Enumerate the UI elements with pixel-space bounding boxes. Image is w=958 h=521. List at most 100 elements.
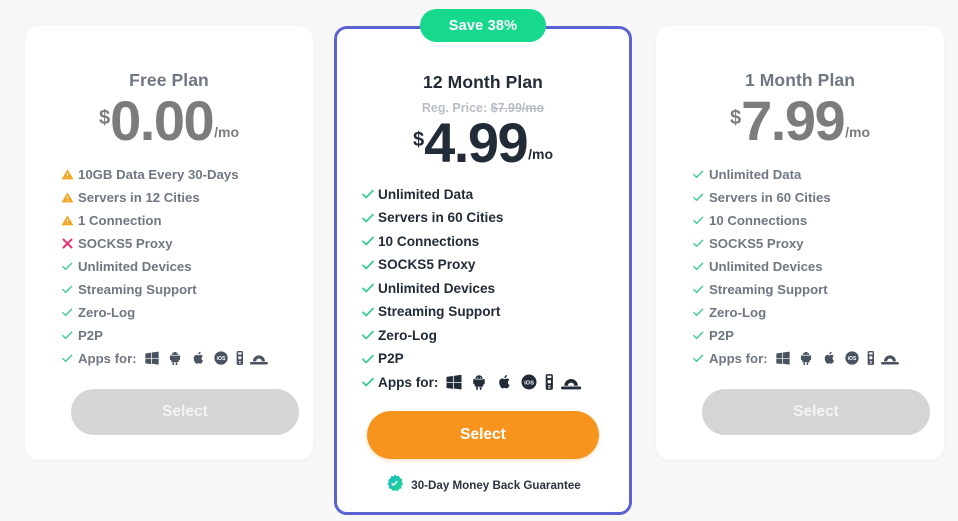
feature-label: Zero-Log	[78, 304, 136, 320]
check-icon	[361, 187, 378, 201]
feature-list: Unlimited Data Servers in 60 Cities 10 Con…	[337, 183, 629, 395]
firetv-stick-icon	[546, 374, 554, 391]
guarantee-label: 30-Day Money Back Guarantee	[411, 478, 581, 492]
feature-item: Servers in 60 Cities	[692, 186, 944, 209]
svg-text:iOS: iOS	[525, 381, 535, 387]
check-icon	[61, 329, 78, 342]
apple-icon	[824, 351, 834, 364]
android-icon	[800, 352, 811, 366]
feature-label: Unlimited Data	[709, 166, 802, 182]
feature-label: SOCKS5 Proxy	[709, 235, 804, 251]
select-button[interactable]: Select	[71, 389, 299, 435]
android-icon	[473, 375, 486, 391]
svg-text:iOS: iOS	[216, 356, 225, 362]
firetv-stick-icon	[867, 350, 874, 366]
feature-item: 1 Connection	[61, 209, 313, 232]
feature-item: SOCKS5 Proxy	[61, 232, 313, 255]
feature-item: Streaming Support	[692, 278, 944, 301]
check-icon	[692, 168, 709, 181]
check-icon	[61, 306, 78, 319]
feature-item: 10GB Data Every 30-Days	[61, 163, 313, 186]
feature-item: Unlimited Data	[361, 183, 629, 207]
guarantee-seal-icon	[385, 474, 404, 496]
apple-icon	[499, 375, 511, 389]
ios-icon: iOS	[844, 351, 859, 365]
price-period: /mo	[214, 123, 239, 140]
feature-item: SOCKS5 Proxy	[361, 253, 629, 277]
feature-label: Unlimited Data	[378, 186, 474, 202]
plan-card-12-month[interactable]: 12 Month Plan Reg. Price: $7.99/mo $ 4.9…	[334, 26, 632, 515]
windows-icon	[775, 351, 790, 365]
feature-item: P2P	[361, 347, 629, 371]
currency-symbol: $	[412, 129, 425, 151]
plan-title: 1 Month Plan	[744, 70, 856, 90]
plan-card-1-month[interactable]: 1 Month Plan $ 7.99 /mo Unlimited Data Se…	[656, 26, 944, 460]
pricing-page: Free Plan $ 0.00 /mo 10GB Data Every 30-…	[0, 0, 958, 521]
feature-label: Unlimited Devices	[378, 280, 496, 296]
select-button[interactable]: Select	[702, 389, 930, 435]
feature-label: Apps for:	[78, 350, 137, 366]
check-icon	[692, 329, 709, 342]
feature-item: Unlimited Devices	[692, 255, 944, 278]
feature-item: Unlimited Data	[692, 163, 944, 186]
feature-label: Zero-Log	[378, 327, 437, 343]
feature-item: Servers in 12 Cities	[61, 186, 313, 209]
feature-list: 10GB Data Every 30-Days Servers in 12 Cit…	[25, 163, 313, 370]
warning-icon	[61, 191, 78, 204]
feature-label: Unlimited Devices	[78, 258, 192, 274]
ios-icon: iOS	[521, 374, 537, 390]
feature-item: Streaming Support	[361, 300, 629, 324]
check-icon	[361, 211, 378, 225]
feature-list: Unlimited Data Servers in 60 Cities 10 Con…	[656, 163, 944, 370]
feature-item: Servers in 60 Cities	[361, 206, 629, 230]
feature-item: 10 Connections	[692, 209, 944, 232]
feature-item: P2P	[692, 324, 944, 347]
check-icon	[361, 352, 378, 366]
feature-label: SOCKS5 Proxy	[78, 235, 173, 251]
ios-icon: iOS	[213, 351, 228, 365]
check-icon	[692, 191, 709, 204]
feature-label: P2P	[709, 327, 734, 343]
warning-icon	[61, 214, 78, 227]
feature-label: 10GB Data Every 30-Days	[78, 166, 239, 182]
windows-icon	[446, 375, 462, 390]
select-button[interactable]: Select	[367, 411, 599, 460]
plan-price: $ 4.99 /mo	[412, 111, 553, 174]
feature-label: P2P	[78, 327, 103, 343]
feature-item: Apps for: iOS	[692, 347, 944, 370]
feature-label: 10 Connections	[378, 233, 480, 249]
save-badge-label: Save 38%	[448, 17, 518, 34]
apple-icon	[193, 351, 203, 364]
feature-label: Servers in 60 Cities	[709, 189, 831, 205]
feature-item: Apps for: iOS	[61, 347, 313, 370]
feature-label: Streaming Support	[378, 304, 501, 320]
check-icon	[692, 283, 709, 296]
feature-label: Unlimited Devices	[709, 258, 823, 274]
money-back-guarantee: 30-Day Money Back Guarantee	[385, 474, 581, 496]
check-icon	[692, 237, 709, 250]
feature-label: Servers in 12 Cities	[78, 189, 200, 205]
check-icon	[692, 260, 709, 273]
router-icon	[561, 379, 582, 390]
plan-title: Free Plan	[129, 70, 209, 90]
save-badge: Save 38%	[420, 9, 546, 42]
plan-price: $ 0.00 /mo	[98, 93, 239, 148]
warning-icon	[61, 168, 78, 181]
check-icon	[361, 328, 378, 342]
plan-card-free[interactable]: Free Plan $ 0.00 /mo 10GB Data Every 30-…	[25, 26, 313, 460]
check-icon	[361, 375, 378, 389]
check-icon	[361, 258, 378, 272]
feature-label: SOCKS5 Proxy	[378, 257, 476, 273]
check-icon	[61, 260, 78, 273]
feature-label: Streaming Support	[78, 281, 197, 297]
firetv-stick-icon	[236, 350, 243, 366]
currency-symbol: $	[98, 107, 111, 129]
price-amount: 7.99	[741, 89, 846, 152]
feature-label: Zero-Log	[709, 304, 767, 320]
feature-label: 10 Connections	[709, 212, 808, 228]
check-icon	[361, 281, 378, 295]
platform-icons: iOS	[775, 350, 900, 366]
price-amount: 4.99	[424, 111, 529, 174]
currency-symbol: $	[729, 107, 742, 129]
price-period: /mo	[845, 123, 870, 140]
